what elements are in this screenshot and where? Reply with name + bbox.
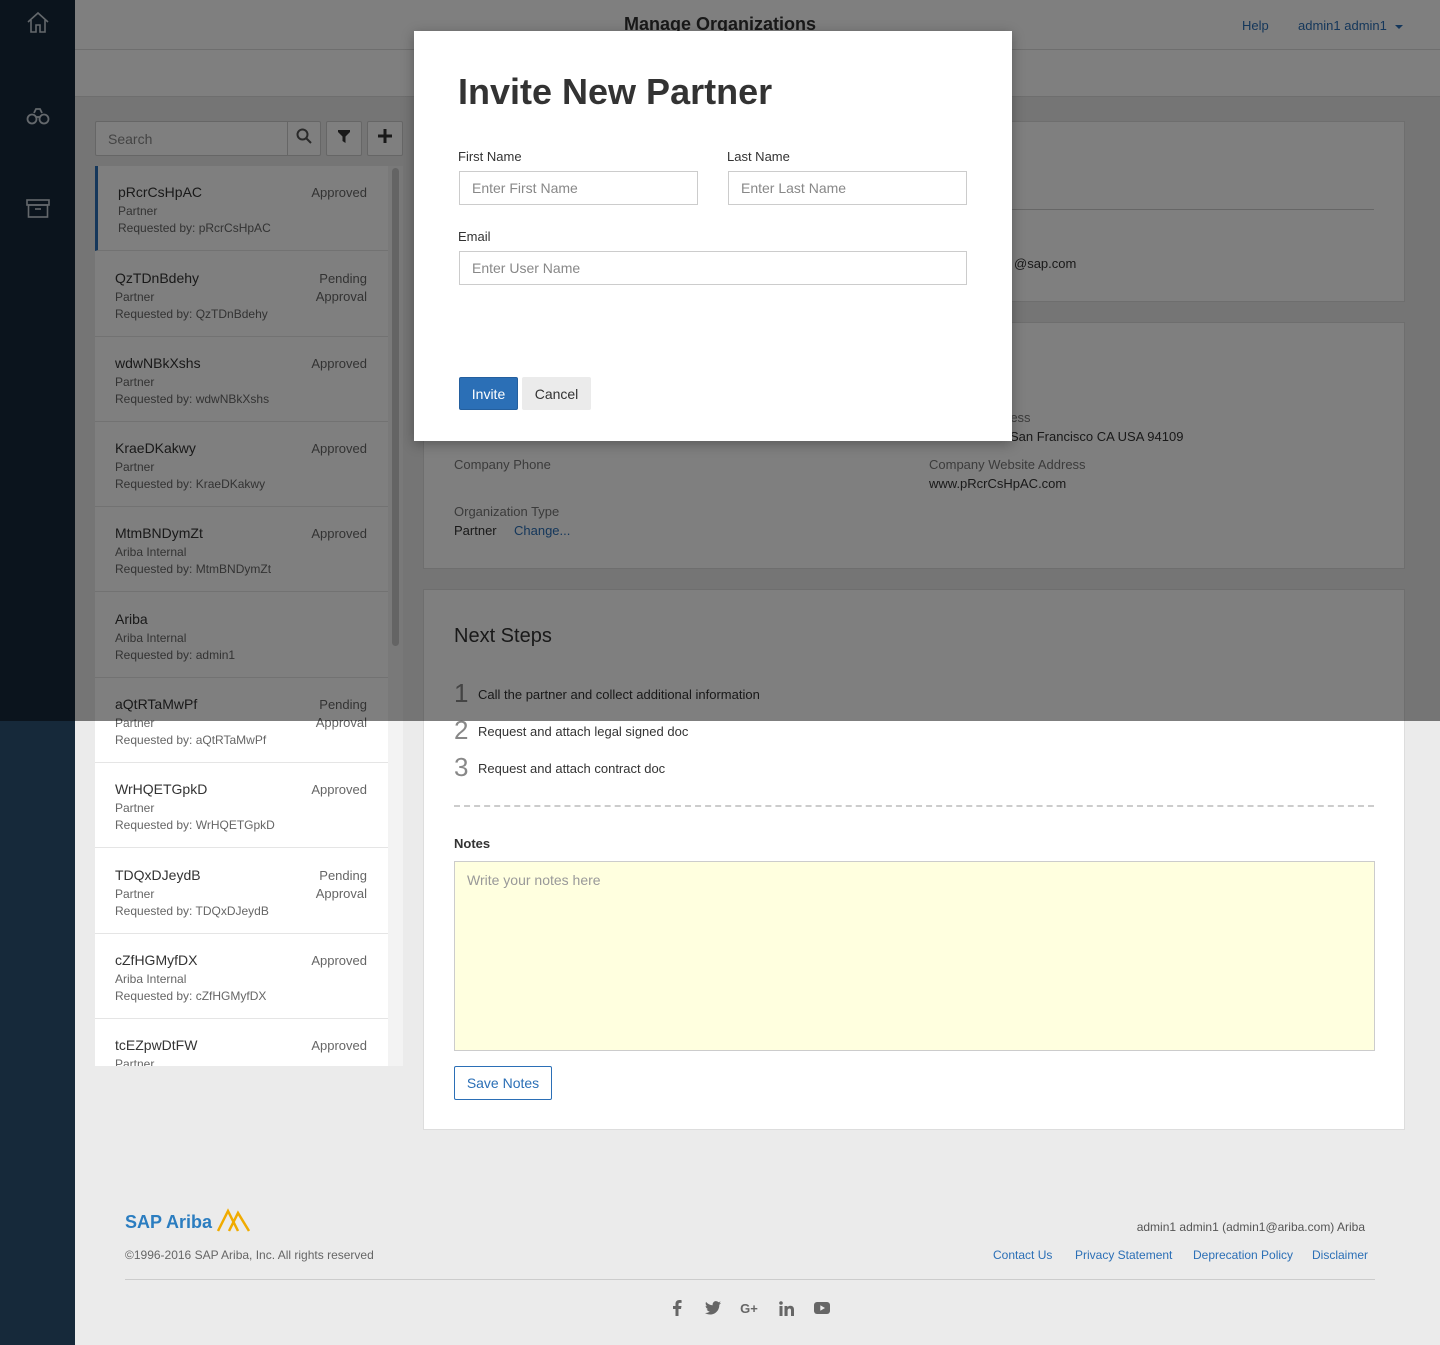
ariba-logo-icon [216,1208,252,1237]
org-type: Partner [115,801,155,815]
linkedin-icon[interactable] [776,1298,796,1318]
org-name: tcEZpwDtFW [115,1037,198,1053]
copyright-text: ©1996-2016 SAP Ariba, Inc. All rights re… [125,1248,374,1262]
org-type: Ariba Internal [115,972,187,986]
step-text: Request and attach contract doc [478,761,666,776]
first-name-field[interactable] [459,171,698,205]
google-plus-glyph: G+ [740,1300,758,1316]
status-badge: Pending Approval [315,868,367,901]
notes-label: Notes [454,836,491,851]
last-name-field[interactable] [728,171,967,205]
org-name: TDQxDJeydB [115,867,201,883]
cancel-button[interactable]: Cancel [522,377,591,410]
list-item[interactable]: cZfHGMyfDX Ariba Internal Requested by: … [95,934,388,1019]
status-badge: Approved [311,782,367,797]
youtube-icon[interactable] [812,1298,832,1318]
disclaimer-link[interactable]: Disclaimer [1312,1248,1368,1262]
step-number: 3 [454,752,469,782]
email-label: Email [458,229,491,244]
first-name-label: First Name [458,149,522,164]
org-name: cZfHGMyfDX [115,952,198,968]
modal-title: Invite New Partner [458,71,773,112]
twitter-icon[interactable] [703,1298,723,1318]
status-badge: Approved [311,953,367,968]
google-plus-icon[interactable]: G+ [739,1298,759,1318]
org-type: Partner [115,1057,155,1066]
save-notes-button[interactable]: Save Notes [454,1066,552,1100]
dashed-divider [454,805,1374,807]
invite-button[interactable]: Invite [459,377,518,410]
list-item[interactable]: TDQxDJeydB Partner Requested by: TDQxDJe… [95,849,388,934]
org-requested-by: Requested by: aQtRTaMwPf [115,733,267,747]
org-requested-by: Requested by: cZfHGMyfDX [115,989,267,1003]
list-item[interactable]: tcEZpwDtFW Partner Approved [95,1019,388,1066]
invite-partner-modal: Invite New Partner First Name Last Name … [414,31,1012,441]
email-field[interactable] [459,251,967,285]
logo-text: SAP Ariba [125,1212,213,1232]
list-item[interactable]: WrHQETGpkD Partner Requested by: WrHQETG… [95,763,388,848]
step-text: Request and attach legal signed doc [478,724,689,739]
org-name: WrHQETGpkD [115,781,208,797]
notes-textarea[interactable] [454,861,1375,1051]
status-badge: Approved [311,1038,367,1053]
org-requested-by: Requested by: WrHQETGpkD [115,818,275,832]
facebook-icon[interactable] [667,1298,687,1318]
footer-divider [125,1279,1375,1280]
deprecation-policy-link[interactable]: Deprecation Policy [1193,1248,1293,1262]
privacy-statement-link[interactable]: Privacy Statement [1075,1248,1172,1262]
sap-ariba-logo: SAP Ariba [125,1208,252,1237]
footer-user-info: admin1 admin1 (admin1@ariba.com) Ariba [1136,1220,1365,1234]
last-name-label: Last Name [727,149,790,164]
org-type: Partner [115,887,155,901]
org-requested-by: Requested by: TDQxDJeydB [115,904,269,918]
contact-us-link[interactable]: Contact Us [993,1248,1052,1262]
